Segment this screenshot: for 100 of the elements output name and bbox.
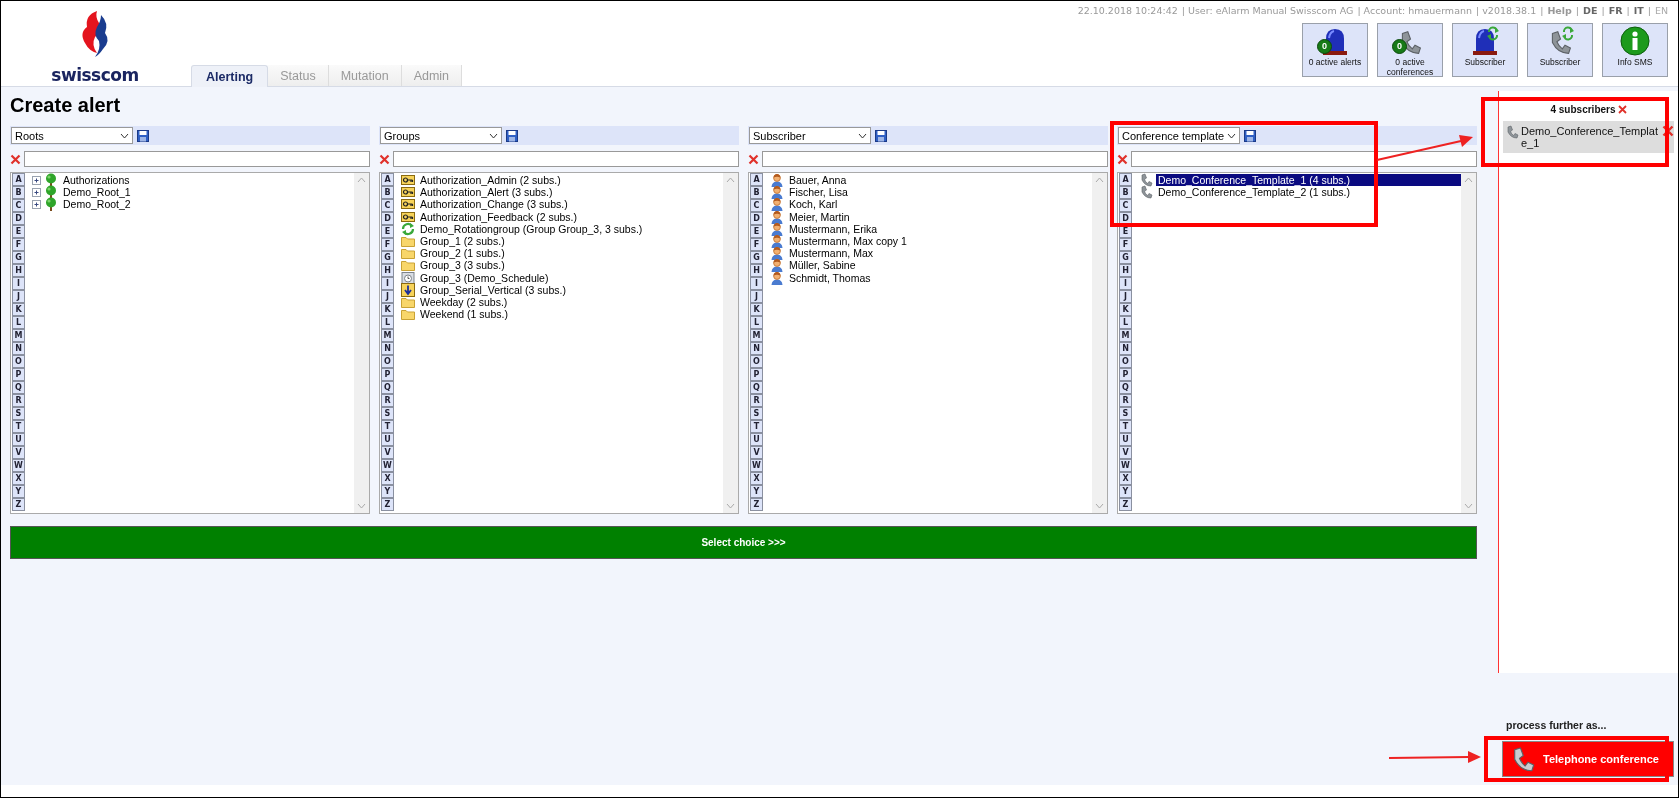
- letter-button[interactable]: C: [12, 199, 25, 212]
- list-item[interactable]: Schmidt, Thomas: [787, 271, 873, 284]
- list-item[interactable]: Fischer, Lisa: [787, 186, 850, 199]
- letter-button[interactable]: S: [12, 407, 25, 420]
- letter-button[interactable]: Y: [750, 485, 763, 498]
- letter-button[interactable]: Q: [1119, 381, 1132, 394]
- letter-button[interactable]: S: [750, 407, 763, 420]
- letter-button[interactable]: H: [12, 264, 25, 277]
- letter-button[interactable]: F: [750, 238, 763, 251]
- letter-button[interactable]: N: [1119, 342, 1132, 355]
- letter-button[interactable]: U: [750, 433, 763, 446]
- filter-dropdown[interactable]: Groups: [380, 127, 502, 144]
- letter-button[interactable]: B: [381, 186, 394, 199]
- list-item[interactable]: Weekday (2 subs.): [418, 295, 510, 308]
- letter-button[interactable]: N: [12, 342, 25, 355]
- list-item[interactable]: Demo_Conference_Template_2 (1 subs.): [1156, 186, 1353, 199]
- toolbar-button[interactable]: Subscriber: [1527, 23, 1593, 77]
- letter-button[interactable]: A: [381, 173, 394, 186]
- letter-button[interactable]: H: [381, 264, 394, 277]
- list-item[interactable]: Demo_Conference_Template_1 (4 subs.): [1156, 174, 1461, 187]
- letter-button[interactable]: B: [12, 186, 25, 199]
- letter-button[interactable]: X: [750, 472, 763, 485]
- list-item[interactable]: Koch, Karl: [787, 198, 840, 211]
- letter-button[interactable]: J: [12, 290, 25, 303]
- letter-button[interactable]: A: [1119, 173, 1132, 186]
- letter-button[interactable]: V: [750, 446, 763, 459]
- letter-button[interactable]: S: [381, 407, 394, 420]
- expand-icon[interactable]: [32, 199, 41, 209]
- search-field[interactable]: [1131, 151, 1477, 167]
- letter-button[interactable]: L: [1119, 316, 1132, 329]
- telephone-conference-button[interactable]: Telephone conference: [1502, 741, 1674, 777]
- letter-button[interactable]: M: [1119, 329, 1132, 342]
- letter-button[interactable]: W: [1119, 459, 1132, 472]
- scrollbar[interactable]: [1461, 173, 1476, 513]
- toolbar-button[interactable]: Subscriber: [1452, 23, 1518, 77]
- letter-button[interactable]: T: [12, 420, 25, 433]
- letter-button[interactable]: J: [381, 290, 394, 303]
- letter-button[interactable]: Y: [381, 485, 394, 498]
- letter-button[interactable]: O: [12, 355, 25, 368]
- letter-button[interactable]: P: [381, 368, 394, 381]
- language-link[interactable]: DE: [1583, 5, 1598, 16]
- expand-icon[interactable]: [32, 175, 41, 185]
- letter-button[interactable]: H: [750, 264, 763, 277]
- letter-button[interactable]: R: [1119, 394, 1132, 407]
- letter-button[interactable]: L: [381, 316, 394, 329]
- scrollbar[interactable]: [1092, 173, 1107, 513]
- letter-button[interactable]: G: [381, 251, 394, 264]
- letter-button[interactable]: D: [12, 212, 25, 225]
- list-item[interactable]: Demo_Root_2: [61, 198, 133, 211]
- letter-button[interactable]: G: [12, 251, 25, 264]
- letter-button[interactable]: L: [12, 316, 25, 329]
- letter-button[interactable]: V: [1119, 446, 1132, 459]
- list-item[interactable]: Authorizations: [61, 174, 132, 187]
- letter-button[interactable]: D: [750, 212, 763, 225]
- letter-button[interactable]: X: [12, 472, 25, 485]
- list-item[interactable]: Mustermann, Erika: [787, 222, 880, 235]
- letter-button[interactable]: Y: [1119, 485, 1132, 498]
- letter-button[interactable]: M: [750, 329, 763, 342]
- filter-dropdown[interactable]: Roots: [11, 127, 133, 144]
- letter-button[interactable]: G: [750, 251, 763, 264]
- letter-button[interactable]: Z: [1119, 498, 1132, 511]
- filter-dropdown[interactable]: Conference template: [1118, 127, 1240, 144]
- letter-button[interactable]: F: [12, 238, 25, 251]
- letter-button[interactable]: Q: [750, 381, 763, 394]
- list-item[interactable]: Meier, Martin: [787, 210, 852, 223]
- letter-button[interactable]: I: [12, 277, 25, 290]
- letter-button[interactable]: J: [1119, 290, 1132, 303]
- letter-button[interactable]: P: [12, 368, 25, 381]
- letter-button[interactable]: Z: [750, 498, 763, 511]
- list-item[interactable]: Authorization_Alert (3 subs.): [418, 186, 555, 199]
- letter-button[interactable]: T: [750, 420, 763, 433]
- search-field[interactable]: [24, 151, 370, 167]
- letter-button[interactable]: E: [750, 225, 763, 238]
- letter-button[interactable]: W: [750, 459, 763, 472]
- list-item[interactable]: Mustermann, Max copy 1: [787, 235, 909, 248]
- letter-button[interactable]: X: [1119, 472, 1132, 485]
- list-item[interactable]: Group_1 (2 subs.): [418, 235, 507, 248]
- letter-button[interactable]: E: [381, 225, 394, 238]
- list-item[interactable]: Authorization_Feedback (2 subs.): [418, 210, 579, 223]
- nav-tab[interactable]: Alerting: [191, 65, 269, 87]
- letter-button[interactable]: P: [750, 368, 763, 381]
- letter-button[interactable]: K: [750, 303, 763, 316]
- language-link[interactable]: FR: [1608, 5, 1623, 16]
- letter-button[interactable]: I: [381, 277, 394, 290]
- letter-button[interactable]: Z: [381, 498, 394, 511]
- search-field[interactable]: [762, 151, 1108, 167]
- letter-button[interactable]: C: [381, 199, 394, 212]
- letter-button[interactable]: N: [750, 342, 763, 355]
- list-item[interactable]: Bauer, Anna: [787, 174, 849, 187]
- letter-button[interactable]: O: [750, 355, 763, 368]
- letter-button[interactable]: G: [1119, 251, 1132, 264]
- letter-button[interactable]: L: [750, 316, 763, 329]
- letter-button[interactable]: P: [1119, 368, 1132, 381]
- letter-button[interactable]: M: [12, 329, 25, 342]
- letter-button[interactable]: V: [12, 446, 25, 459]
- letter-button[interactable]: A: [750, 173, 763, 186]
- toolbar-button[interactable]: 0 0 active alerts: [1302, 23, 1368, 77]
- letter-button[interactable]: B: [750, 186, 763, 199]
- letter-button[interactable]: C: [750, 199, 763, 212]
- expand-icon[interactable]: [32, 187, 41, 197]
